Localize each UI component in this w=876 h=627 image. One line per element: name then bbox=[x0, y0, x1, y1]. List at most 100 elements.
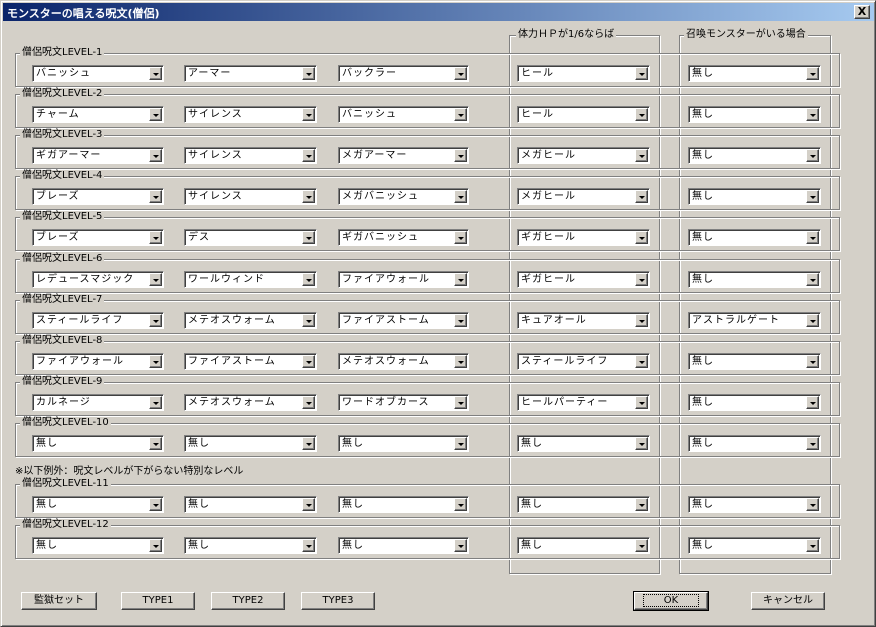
type1-button[interactable]: TYPE1 bbox=[121, 592, 195, 610]
combo-spell3-level-12[interactable]: 無し bbox=[338, 537, 469, 554]
dropdown-arrow-icon[interactable] bbox=[806, 355, 819, 368]
type2-button[interactable]: TYPE2 bbox=[211, 592, 285, 610]
dropdown-arrow-icon[interactable] bbox=[806, 67, 819, 80]
combo-spell3-level-1[interactable]: バックラー bbox=[338, 65, 469, 82]
combo-summon-level-5[interactable]: 無し bbox=[688, 229, 821, 246]
close-button[interactable]: X bbox=[854, 5, 870, 19]
combo-spell2-level-6[interactable]: ワールウィンド bbox=[184, 271, 317, 288]
combo-spell2-level-5[interactable]: デス bbox=[184, 229, 317, 246]
dropdown-arrow-icon[interactable] bbox=[806, 396, 819, 409]
dropdown-arrow-icon[interactable] bbox=[454, 396, 467, 409]
combo-spell3-level-3[interactable]: メガアーマー bbox=[338, 147, 469, 164]
combo-spell3-level-7[interactable]: ファイアストーム bbox=[338, 312, 469, 329]
combo-hp-level-4[interactable]: メガヒール bbox=[517, 188, 650, 205]
dropdown-arrow-icon[interactable] bbox=[302, 67, 315, 80]
dropdown-arrow-icon[interactable] bbox=[635, 396, 648, 409]
dropdown-arrow-icon[interactable] bbox=[302, 355, 315, 368]
dropdown-arrow-icon[interactable] bbox=[635, 190, 648, 203]
combo-spell3-level-8[interactable]: メテオスウォーム bbox=[338, 353, 469, 370]
dropdown-arrow-icon[interactable] bbox=[149, 108, 162, 121]
dropdown-arrow-icon[interactable] bbox=[149, 437, 162, 450]
combo-spell2-level-11[interactable]: 無し bbox=[184, 496, 317, 513]
combo-summon-level-7[interactable]: アストラルゲート bbox=[688, 312, 821, 329]
dropdown-arrow-icon[interactable] bbox=[302, 190, 315, 203]
combo-spell3-level-4[interactable]: メガバニッシュ bbox=[338, 188, 469, 205]
cancel-button[interactable]: キャンセル bbox=[751, 592, 825, 610]
combo-spell2-level-8[interactable]: ファイアストーム bbox=[184, 353, 317, 370]
combo-summon-level-11[interactable]: 無し bbox=[688, 496, 821, 513]
combo-summon-level-2[interactable]: 無し bbox=[688, 106, 821, 123]
dropdown-arrow-icon[interactable] bbox=[635, 314, 648, 327]
combo-spell2-level-2[interactable]: サイレンス bbox=[184, 106, 317, 123]
dropdown-arrow-icon[interactable] bbox=[302, 231, 315, 244]
combo-summon-level-1[interactable]: 無し bbox=[688, 65, 821, 82]
combo-spell3-level-11[interactable]: 無し bbox=[338, 496, 469, 513]
combo-hp-level-9[interactable]: ヒールパーティー bbox=[517, 394, 650, 411]
dropdown-arrow-icon[interactable] bbox=[149, 149, 162, 162]
dropdown-arrow-icon[interactable] bbox=[302, 273, 315, 286]
dropdown-arrow-icon[interactable] bbox=[806, 539, 819, 552]
dropdown-arrow-icon[interactable] bbox=[454, 190, 467, 203]
combo-spell1-level-4[interactable]: ブレーズ bbox=[32, 188, 164, 205]
combo-spell2-level-3[interactable]: サイレンス bbox=[184, 147, 317, 164]
combo-spell3-level-2[interactable]: バニッシュ bbox=[338, 106, 469, 123]
dropdown-arrow-icon[interactable] bbox=[454, 108, 467, 121]
type3-button[interactable]: TYPE3 bbox=[301, 592, 375, 610]
dropdown-arrow-icon[interactable] bbox=[806, 498, 819, 511]
combo-spell1-level-1[interactable]: バニッシュ bbox=[32, 65, 164, 82]
dropdown-arrow-icon[interactable] bbox=[149, 355, 162, 368]
combo-hp-level-2[interactable]: ヒール bbox=[517, 106, 650, 123]
combo-spell1-level-10[interactable]: 無し bbox=[32, 435, 164, 452]
combo-spell1-level-8[interactable]: ファイアウォール bbox=[32, 353, 164, 370]
combo-hp-level-8[interactable]: スティールライフ bbox=[517, 353, 650, 370]
ok-button[interactable]: OK bbox=[633, 591, 709, 611]
dropdown-arrow-icon[interactable] bbox=[806, 108, 819, 121]
dropdown-arrow-icon[interactable] bbox=[302, 437, 315, 450]
combo-spell2-level-1[interactable]: アーマー bbox=[184, 65, 317, 82]
dropdown-arrow-icon[interactable] bbox=[806, 149, 819, 162]
combo-spell1-level-3[interactable]: ギガアーマー bbox=[32, 147, 164, 164]
combo-hp-level-10[interactable]: 無し bbox=[517, 435, 650, 452]
dropdown-arrow-icon[interactable] bbox=[302, 149, 315, 162]
combo-summon-level-3[interactable]: 無し bbox=[688, 147, 821, 164]
dropdown-arrow-icon[interactable] bbox=[635, 355, 648, 368]
combo-spell1-level-11[interactable]: 無し bbox=[32, 496, 164, 513]
dropdown-arrow-icon[interactable] bbox=[302, 108, 315, 121]
dropdown-arrow-icon[interactable] bbox=[635, 273, 648, 286]
dropdown-arrow-icon[interactable] bbox=[635, 149, 648, 162]
dropdown-arrow-icon[interactable] bbox=[454, 314, 467, 327]
combo-hp-level-1[interactable]: ヒール bbox=[517, 65, 650, 82]
dropdown-arrow-icon[interactable] bbox=[454, 355, 467, 368]
combo-summon-level-10[interactable]: 無し bbox=[688, 435, 821, 452]
combo-spell1-level-9[interactable]: カルネージ bbox=[32, 394, 164, 411]
dropdown-arrow-icon[interactable] bbox=[454, 498, 467, 511]
dropdown-arrow-icon[interactable] bbox=[806, 273, 819, 286]
dropdown-arrow-icon[interactable] bbox=[635, 67, 648, 80]
dropdown-arrow-icon[interactable] bbox=[454, 231, 467, 244]
combo-hp-level-6[interactable]: ギガヒール bbox=[517, 271, 650, 288]
dropdown-arrow-icon[interactable] bbox=[454, 67, 467, 80]
combo-hp-level-3[interactable]: メガヒール bbox=[517, 147, 650, 164]
dropdown-arrow-icon[interactable] bbox=[149, 273, 162, 286]
combo-spell3-level-5[interactable]: ギガバニッシュ bbox=[338, 229, 469, 246]
dropdown-arrow-icon[interactable] bbox=[635, 108, 648, 121]
dropdown-arrow-icon[interactable] bbox=[454, 437, 467, 450]
combo-summon-level-8[interactable]: 無し bbox=[688, 353, 821, 370]
combo-summon-level-9[interactable]: 無し bbox=[688, 394, 821, 411]
dropdown-arrow-icon[interactable] bbox=[302, 314, 315, 327]
dropdown-arrow-icon[interactable] bbox=[302, 396, 315, 409]
combo-hp-level-12[interactable]: 無し bbox=[517, 537, 650, 554]
dropdown-arrow-icon[interactable] bbox=[635, 498, 648, 511]
dropdown-arrow-icon[interactable] bbox=[149, 539, 162, 552]
combo-spell1-level-5[interactable]: ブレーズ bbox=[32, 229, 164, 246]
dropdown-arrow-icon[interactable] bbox=[806, 437, 819, 450]
dropdown-arrow-icon[interactable] bbox=[149, 231, 162, 244]
dropdown-arrow-icon[interactable] bbox=[149, 396, 162, 409]
combo-spell2-level-10[interactable]: 無し bbox=[184, 435, 317, 452]
combo-spell3-level-9[interactable]: ワードオブカース bbox=[338, 394, 469, 411]
dropdown-arrow-icon[interactable] bbox=[635, 539, 648, 552]
combo-hp-level-5[interactable]: ギガヒール bbox=[517, 229, 650, 246]
dropdown-arrow-icon[interactable] bbox=[635, 231, 648, 244]
combo-spell2-level-12[interactable]: 無し bbox=[184, 537, 317, 554]
combo-spell2-level-9[interactable]: メテオスウォーム bbox=[184, 394, 317, 411]
